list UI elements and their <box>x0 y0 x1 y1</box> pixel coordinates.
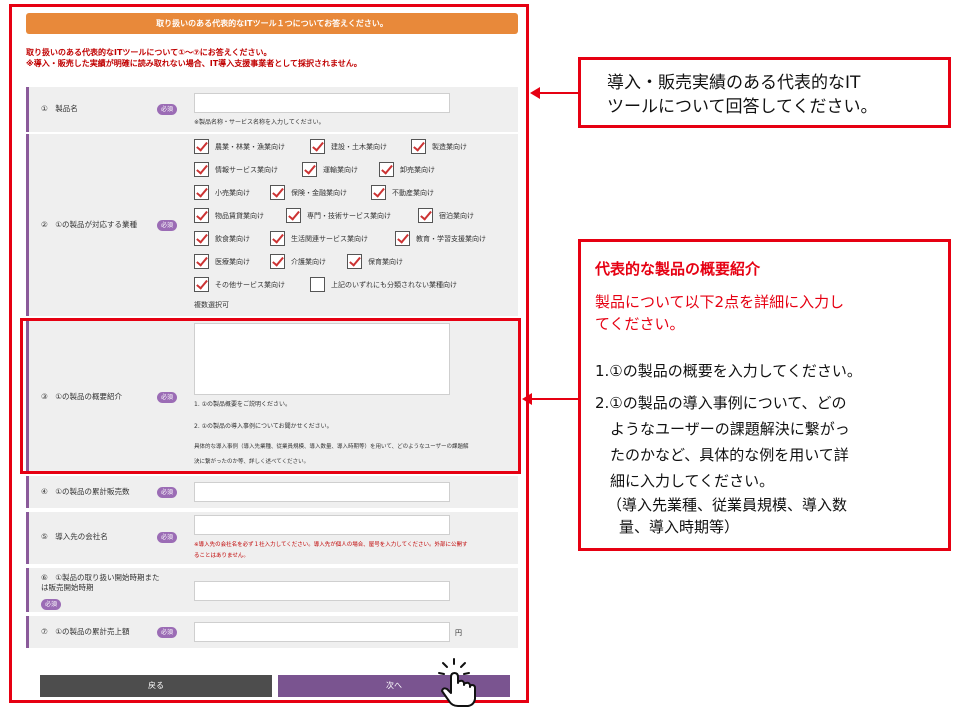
checkbox[interactable] <box>310 139 325 154</box>
checkbox[interactable] <box>270 254 285 269</box>
industry-option-lodging[interactable]: 宿泊業向け <box>418 208 474 223</box>
start-date-input[interactable] <box>194 581 450 601</box>
checkbox[interactable] <box>194 139 209 154</box>
checkbox[interactable] <box>371 185 386 200</box>
arrow-line <box>530 398 578 400</box>
required-badge: 必須 <box>157 627 178 638</box>
industry-label: ② ①の製品が対応する業種 <box>41 220 137 229</box>
product-name-note: ※製品名称・サービス名称を入力してください。 <box>194 119 325 126</box>
checkbox[interactable] <box>194 162 209 177</box>
industry-option-education[interactable]: 教育・学習支援業向け <box>395 231 486 246</box>
client-company-note-1: ※導入先の会社名を必ず１社入力してください。導入先が個人の場合、屋号を入力してく… <box>194 542 468 548</box>
industry-option-rental[interactable]: 物品賃貸業向け <box>194 208 264 223</box>
callout-tool-instruction: 導入・販売実績のある代表的なIT ツールについて回答してください。 <box>578 57 951 128</box>
arrow-head <box>522 393 532 405</box>
industry-option-transport[interactable]: 運輸業向け <box>302 162 358 177</box>
checkbox[interactable] <box>194 254 209 269</box>
industry-option-professional-services[interactable]: 専門・技術サービス業向け <box>286 208 391 223</box>
callout2-title: 代表的な製品の概要紹介 <box>595 260 761 278</box>
industry-option-insurance-finance[interactable]: 保険・金融業向け <box>270 185 347 200</box>
row-start-date: ⑥ ①製品の取り扱い開始時期また は販売開始時期 必須 <box>26 568 518 612</box>
pointer-hand-icon <box>438 658 476 707</box>
client-company-label: ⑤ 導入先の会社名 <box>41 532 108 541</box>
required-badge: 必須 <box>157 220 178 231</box>
industry-option-childcare[interactable]: 保育業向け <box>347 254 403 269</box>
checkbox[interactable] <box>194 208 209 223</box>
industry-option-retail[interactable]: 小売業向け <box>194 185 250 200</box>
checkbox[interactable] <box>347 254 362 269</box>
industry-option-manufacturing[interactable]: 製造業向け <box>411 139 467 154</box>
callout2-sub-1: 製品について以下2点を詳細に入力し <box>595 293 845 311</box>
row-product-name: ① 製品名 必須 ※製品名称・サービス名称を入力してください。 <box>26 87 518 132</box>
row-client-company: ⑤ 導入先の会社名 必須 ※導入先の会社名を必ず１社入力してください。導入先が個… <box>26 512 518 564</box>
checkbox[interactable] <box>270 185 285 200</box>
industry-option-medical[interactable]: 医療業向け <box>194 254 250 269</box>
industry-option-construction[interactable]: 建設・土木業向け <box>310 139 387 154</box>
industry-option-agriculture[interactable]: 農業・林業・漁業向け <box>194 139 285 154</box>
checkbox[interactable] <box>286 208 301 223</box>
arrow-head <box>530 87 540 99</box>
industry-option-food-service[interactable]: 飲食業向け <box>194 231 250 246</box>
industry-option-wholesale[interactable]: 卸売業向け <box>379 162 435 177</box>
callout2-item-2-line-4: 細に入力してください。 <box>610 472 775 490</box>
checkbox[interactable] <box>411 139 426 154</box>
product-name-label: ① 製品名 <box>41 104 78 113</box>
intro-line-2: ※導入・販売した実績が明確に読み取れない場合、IT導入支援事業者として採択されま… <box>26 59 362 68</box>
checkbox[interactable] <box>270 231 285 246</box>
checkbox[interactable] <box>379 162 394 177</box>
overview-highlight-box <box>20 318 521 474</box>
callout2-item-2-line-5: （導入先業種、従業員規模、導入数 <box>607 496 848 514</box>
industry-option-other-services[interactable]: その他サービス業向け <box>194 277 285 292</box>
industry-option-real-estate[interactable]: 不動産業向け <box>371 185 434 200</box>
arrow-line <box>538 92 578 94</box>
cumulative-sales-label: ④ ①の製品の累計販売数 <box>41 487 130 496</box>
checkbox[interactable] <box>302 162 317 177</box>
industry-option-nursing-care[interactable]: 介護業向け <box>270 254 326 269</box>
client-company-input[interactable] <box>194 515 450 535</box>
checkbox[interactable] <box>194 231 209 246</box>
row-cumulative-revenue: ⑦ ①の製品の累計売上額 必須 円 <box>26 616 518 648</box>
client-company-note-2: ることはありません。 <box>194 553 249 559</box>
callout2-item-2-line-3: たのかなど、具体的な例を用いて詳 <box>610 446 849 464</box>
back-button[interactable]: 戻る <box>40 675 272 697</box>
required-badge: 必須 <box>157 104 178 115</box>
checkbox[interactable] <box>418 208 433 223</box>
required-badge: 必須 <box>157 487 178 498</box>
callout1-line-1: 導入・販売実績のある代表的なIT <box>607 73 861 93</box>
cumulative-revenue-input[interactable] <box>194 622 450 642</box>
callout2-item-2-line-2: ようなユーザーの課題解決に繋がっ <box>610 420 850 438</box>
start-date-label: ⑥ ①製品の取り扱い開始時期また は販売開始時期 <box>41 573 160 592</box>
required-badge: 必須 <box>157 532 178 543</box>
industry-option-lifestyle-services[interactable]: 生活関連サービス業向け <box>270 231 368 246</box>
yen-unit: 円 <box>455 629 462 637</box>
callout2-sub-2: てください。 <box>595 315 685 333</box>
multiple-selection-note: 複数選択可 <box>194 301 229 309</box>
row-cumulative-sales: ④ ①の製品の累計販売数 必須 <box>26 476 518 508</box>
intro-line-1: 取り扱いのある代表的なITツールについて①〜⑦にお答えください。 <box>26 48 272 57</box>
cumulative-sales-input[interactable] <box>194 482 450 502</box>
checkbox[interactable] <box>310 277 325 292</box>
industry-option-unclassified[interactable]: 上記のいずれにも分類されない業種向け <box>310 277 457 292</box>
row-industry: ② ①の製品が対応する業種 必須 農業・林業・漁業向け 建設・土木業向け 製造業… <box>26 134 518 316</box>
callout-overview-instruction: 代表的な製品の概要紹介 製品について以下2点を詳細に入力し てください。 1.①… <box>578 239 951 551</box>
callout2-item-1: 1.①の製品の概要を入力してください。 <box>595 362 862 380</box>
callout2-item-2-line-1: 2.①の製品の導入事例について、どの <box>595 394 847 412</box>
cumulative-revenue-label: ⑦ ①の製品の累計売上額 <box>41 627 130 636</box>
checkbox[interactable] <box>194 277 209 292</box>
checkbox[interactable] <box>194 185 209 200</box>
checkbox[interactable] <box>395 231 410 246</box>
industry-option-info-services[interactable]: 情報サービス業向け <box>194 162 278 177</box>
product-name-input[interactable] <box>194 93 450 113</box>
callout2-item-2-line-6: 量、導入時期等） <box>619 518 740 536</box>
intro-text: 取り扱いのある代表的なITツールについて①〜⑦にお答えください。 ※導入・販売し… <box>26 47 362 69</box>
required-badge: 必須 <box>41 599 62 610</box>
callout1-line-2: ツールについて回答してください。 <box>607 97 878 117</box>
section-header: 取り扱いのある代表的なITツール１つについてお答えください。 <box>26 13 518 34</box>
